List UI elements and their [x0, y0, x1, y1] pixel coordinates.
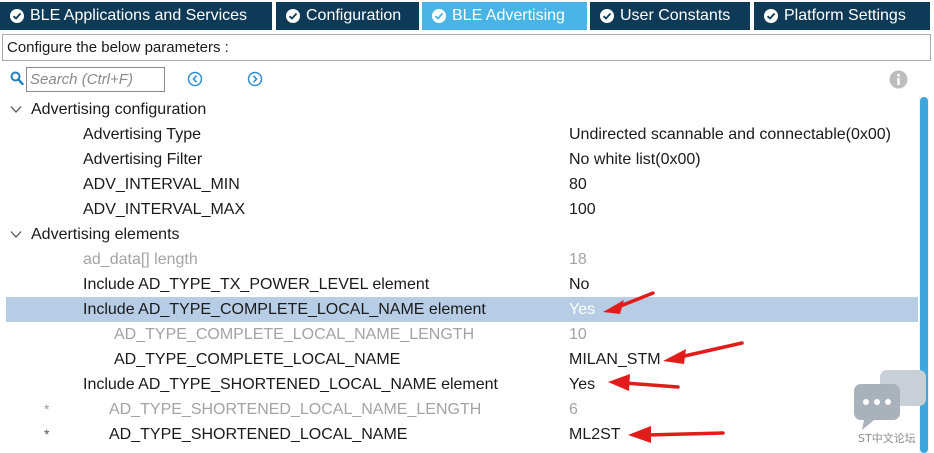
param-row[interactable]: Advertising Filter No white list(0x00) [6, 147, 918, 172]
param-row[interactable]: * AD_TYPE_SHORTENED_LOCAL_NAME_LENGTH 6 [6, 397, 918, 422]
param-label: AD_TYPE_SHORTENED_LOCAL_NAME_LENGTH [109, 401, 482, 418]
check-circle-icon [286, 9, 300, 23]
tab-platform-settings[interactable]: Platform Settings [754, 2, 930, 30]
param-row[interactable]: ADV_INTERVAL_MIN 80 [6, 172, 918, 197]
group-advertising-configuration[interactable]: Advertising configuration [6, 97, 918, 122]
param-value[interactable]: 100 [569, 197, 596, 222]
tab-configuration[interactable]: Configuration [276, 2, 419, 30]
chevron-down-icon[interactable] [10, 230, 22, 239]
watermark-text: ST中文论坛 [858, 432, 916, 445]
param-value[interactable]: No [569, 272, 589, 297]
param-row[interactable]: Include AD_TYPE_SHORTENED_LOCAL_NAME ele… [6, 372, 918, 397]
param-value[interactable]: Yes [569, 372, 595, 397]
annotation-arrow-icon [603, 291, 655, 314]
check-circle-icon [432, 9, 446, 23]
tab-bar: BLE Applications and Services Configurat… [0, 0, 934, 32]
param-row-selected[interactable]: Include AD_TYPE_COMPLETE_LOCAL_NAME elem… [6, 297, 918, 322]
search-input[interactable] [26, 67, 165, 92]
parameters-description: Configure the below parameters : [2, 34, 931, 61]
tab-ble-advertising[interactable]: BLE Advertising [422, 2, 587, 30]
modified-marker: * [44, 426, 50, 442]
param-label: Advertising Filter [83, 151, 203, 168]
param-row[interactable]: AD_TYPE_COMPLETE_LOCAL_NAME_LENGTH 10 [6, 322, 918, 347]
tab-ble-applications-and-services[interactable]: BLE Applications and Services [0, 2, 272, 30]
group-advertising-elements[interactable]: Advertising elements [6, 222, 918, 247]
search-icon [10, 71, 24, 86]
tab-label: BLE Applications and Services [30, 7, 248, 24]
tab-user-constants[interactable]: User Constants [590, 2, 750, 30]
param-value: 18 [569, 251, 587, 268]
tab-label: BLE Advertising [452, 7, 565, 24]
tab-label: User Constants [620, 7, 731, 24]
param-value[interactable]: 80 [569, 172, 587, 197]
param-label: Include AD_TYPE_COMPLETE_LOCAL_NAME elem… [83, 301, 486, 318]
annotation-arrow-icon [608, 374, 680, 391]
param-row[interactable]: ad_data[] length 18 [6, 247, 918, 272]
param-row[interactable]: * AD_TYPE_SHORTENED_LOCAL_NAME ML2ST [6, 422, 918, 447]
param-label: AD_TYPE_COMPLETE_LOCAL_NAME_LENGTH [114, 326, 475, 343]
check-circle-icon [10, 9, 24, 23]
param-value[interactable]: ML2ST [569, 422, 621, 447]
chevron-down-icon[interactable] [10, 105, 22, 114]
param-value: 6 [569, 401, 578, 418]
group-label: Advertising configuration [31, 101, 207, 118]
group-label: Advertising elements [31, 226, 180, 243]
param-value[interactable]: MILAN_STM [569, 347, 661, 372]
annotation-arrow-icon [628, 426, 725, 443]
param-label: AD_TYPE_COMPLETE_LOCAL_NAME [114, 351, 401, 368]
param-label: ad_data[] length [83, 251, 198, 268]
check-circle-icon [600, 9, 614, 23]
param-label: ADV_INTERVAL_MIN [83, 176, 240, 193]
annotation-arrow-icon [663, 341, 744, 364]
param-row[interactable]: AD_TYPE_COMPLETE_LOCAL_NAME MILAN_STM [6, 347, 918, 372]
chevron-left-circle-icon[interactable] [187, 71, 203, 87]
check-circle-icon [764, 9, 778, 23]
param-row[interactable]: ADV_INTERVAL_MAX 100 [6, 197, 918, 222]
tab-label: Platform Settings [784, 7, 906, 24]
param-value[interactable]: Undirected scannable and connectable(0x0… [569, 122, 891, 147]
param-row[interactable]: Include AD_TYPE_TX_POWER_LEVEL element N… [6, 272, 918, 297]
info-icon[interactable] [889, 70, 908, 89]
param-value[interactable]: No white list(0x00) [569, 147, 701, 172]
param-label: AD_TYPE_SHORTENED_LOCAL_NAME [109, 426, 408, 443]
tab-label: Configuration [306, 7, 402, 24]
modified-marker: * [44, 401, 50, 417]
param-label: Advertising Type [83, 126, 201, 143]
param-label: Include AD_TYPE_SHORTENED_LOCAL_NAME ele… [83, 376, 498, 393]
param-row[interactable]: Advertising Type Undirected scannable an… [6, 122, 918, 147]
param-label: ADV_INTERVAL_MAX [83, 201, 246, 218]
param-value[interactable]: Yes [569, 297, 595, 322]
chevron-right-circle-icon[interactable] [247, 71, 263, 87]
param-value: 10 [569, 326, 587, 343]
param-label: Include AD_TYPE_TX_POWER_LEVEL element [83, 276, 430, 293]
